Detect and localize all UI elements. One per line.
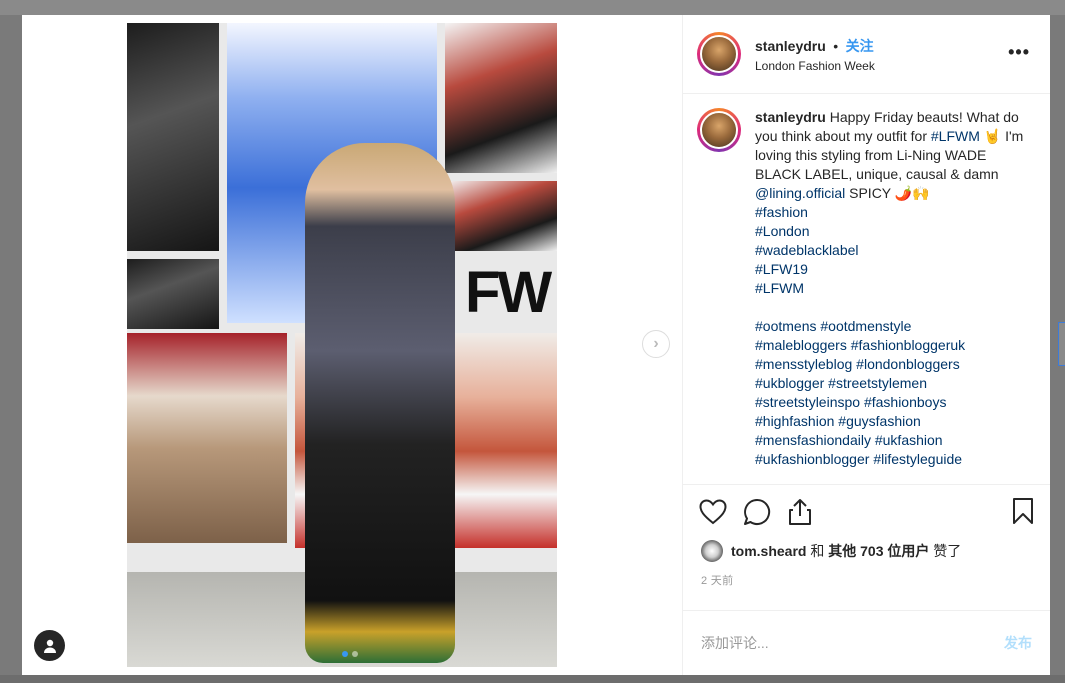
mention-link[interactable]: @lining.official	[755, 185, 845, 201]
caption-username[interactable]: stanleydru	[755, 109, 826, 125]
poster-tile	[127, 23, 219, 251]
hashtag-link[interactable]: #LFWM	[931, 128, 980, 144]
carousel-dot	[352, 651, 358, 657]
like-button[interactable]	[699, 498, 727, 525]
user-icon	[43, 639, 56, 653]
likes-row: tom.sheard 和 其他 703 位用户 赞了	[683, 538, 1050, 564]
hashtag-link[interactable]: #fashionbloggeruk	[851, 337, 965, 353]
poster-tile	[127, 259, 219, 329]
hashtag-list: #fashion #London #wadeblacklabel #LFW19 #LFW…	[755, 203, 1025, 298]
hashtag-link[interactable]: #lifestyleguide	[873, 451, 962, 467]
liker-avatar[interactable]	[701, 540, 723, 562]
hashtag-link[interactable]: #LFW19	[755, 260, 1025, 279]
separator: •	[833, 37, 839, 54]
share-icon	[789, 498, 811, 525]
header-text: stanleydru • 关注 London Fashion Week	[755, 36, 875, 73]
hashtag-link[interactable]: #mensfashiondaily	[755, 432, 871, 448]
likes-suffix: 赞了	[933, 543, 962, 559]
hashtag-link[interactable]: #ukfashionblogger	[755, 451, 869, 467]
location-link[interactable]: London Fashion Week	[755, 59, 875, 73]
hashtag-link[interactable]: #ukfashion	[875, 432, 943, 448]
post-sidebar: stanleydru • 关注 London Fashion Week ••• …	[682, 15, 1050, 675]
page-backdrop	[0, 0, 1065, 15]
save-button[interactable]	[1012, 497, 1034, 530]
hashtag-link[interactable]: #mensstyleblog	[755, 356, 852, 372]
hashtag-link[interactable]: #fashionboys	[864, 394, 947, 410]
post-photo[interactable]: FW	[127, 23, 557, 667]
post-comment-button[interactable]: 发布	[1004, 633, 1032, 653]
next-arrow-button[interactable]: ›	[642, 330, 670, 358]
comment-button[interactable]	[743, 498, 771, 526]
share-button[interactable]	[787, 498, 813, 526]
hashtag-link[interactable]: #wadeblacklabel	[755, 241, 1025, 260]
caption-text: SPICY 🌶️🙌	[849, 185, 930, 201]
poster-tile	[445, 23, 557, 173]
hashtag-link[interactable]: #streetstyleinspo	[755, 394, 860, 410]
likes-count-link[interactable]: 其他 703 位用户	[828, 543, 929, 559]
hashtag-link[interactable]: #londonbloggers	[856, 356, 960, 372]
hashtag-link[interactable]: #streetstylemen	[828, 375, 927, 391]
carousel-dot-active	[342, 651, 348, 657]
comments-area[interactable]: stanleydru Happy Friday beauts! What do …	[683, 94, 1050, 484]
poster-tile	[127, 333, 287, 543]
action-bar	[683, 484, 1050, 538]
poster-tile	[445, 181, 557, 251]
story-ring[interactable]	[697, 32, 741, 76]
person-figure	[305, 143, 455, 663]
poster-text: FW	[465, 260, 552, 325]
heart-icon	[699, 498, 727, 524]
post-timestamp[interactable]: 2 天前	[683, 564, 1050, 594]
avatar	[700, 111, 738, 149]
story-ring[interactable]	[697, 108, 741, 152]
likes-and: 和	[810, 543, 825, 559]
comment-input[interactable]: 添加评论...	[701, 633, 1004, 653]
more-options-icon[interactable]: •••	[1008, 43, 1030, 61]
edge-tab[interactable]	[1058, 322, 1065, 366]
bookmark-icon	[1013, 498, 1033, 524]
hashtag-link[interactable]: #guysfashion	[838, 413, 921, 429]
hashtag-link[interactable]: #London	[755, 222, 1025, 241]
post-header: stanleydru • 关注 London Fashion Week •••	[683, 15, 1050, 94]
caption: stanleydru Happy Friday beauts! What do …	[755, 108, 1025, 484]
username-link[interactable]: stanleydru	[755, 38, 826, 54]
carousel-dots	[342, 651, 358, 657]
liker-username[interactable]: tom.sheard	[731, 543, 806, 559]
hashtag-link[interactable]: #ukblogger	[755, 375, 824, 391]
hashtag-link[interactable]: #ootmens	[755, 318, 816, 334]
post-modal: FW › stanleydru • 关注 London Fashion Week…	[22, 15, 1050, 675]
hashtag-link[interactable]: #highfashion	[755, 413, 834, 429]
user-tag-button[interactable]	[34, 630, 65, 661]
hashtag-link[interactable]: #LFWM	[755, 279, 1025, 298]
hashtag-link[interactable]: #ootdmenstyle	[820, 318, 911, 334]
hashtag-link[interactable]: #fashion	[755, 203, 1025, 222]
hashtag-link[interactable]: #malebloggers	[755, 337, 847, 353]
avatar	[700, 35, 738, 73]
hashtag-list: #ootmens #ootdmenstyle #malebloggers #fas…	[755, 317, 1025, 469]
comment-icon	[744, 498, 771, 525]
comment-form: 添加评论... 发布	[683, 610, 1050, 675]
follow-button[interactable]: 关注	[846, 38, 874, 54]
post-media: FW ›	[22, 15, 682, 675]
page-backdrop-bottom	[0, 675, 1065, 683]
